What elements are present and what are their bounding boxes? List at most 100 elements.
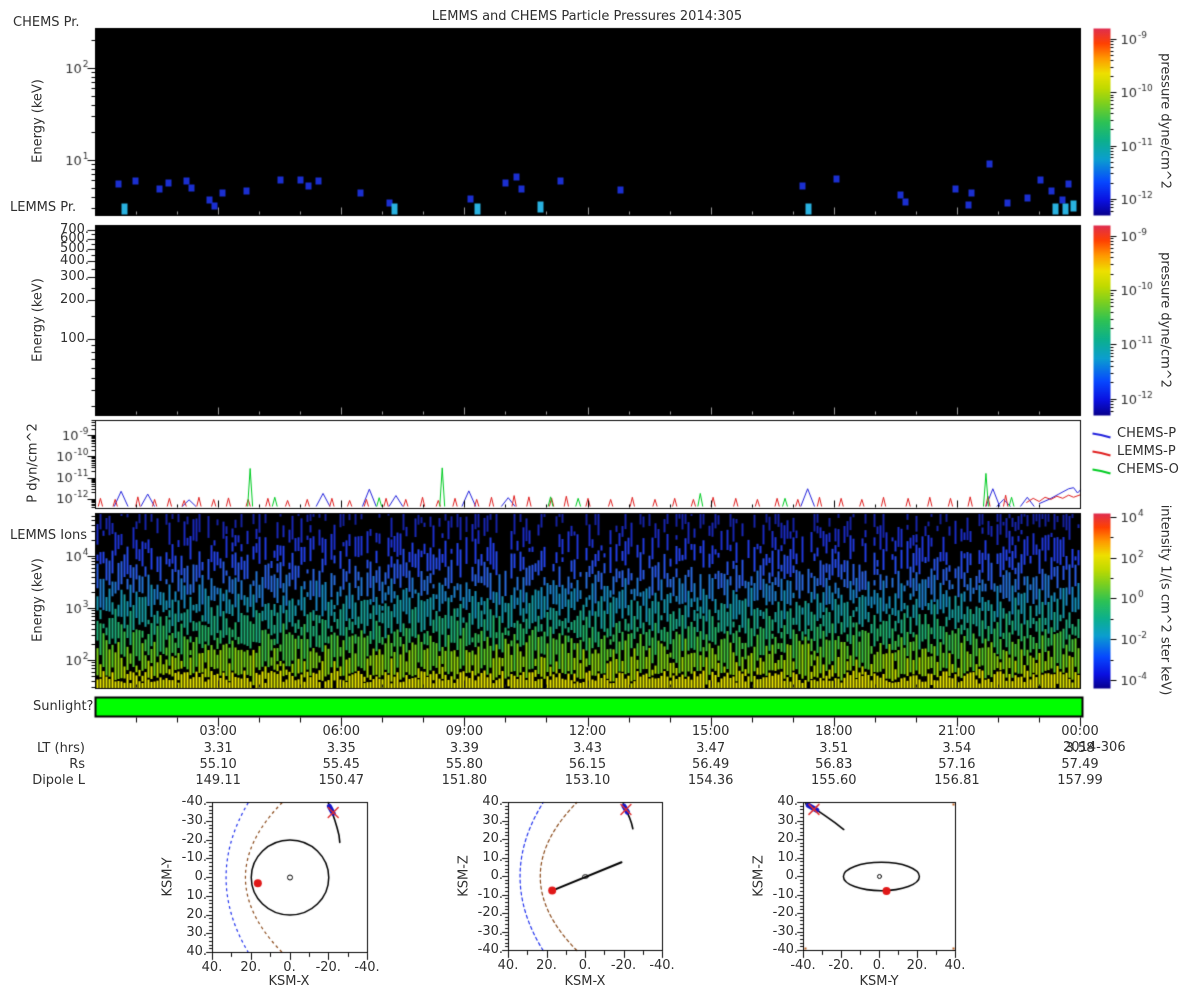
- axis-row-value: 150.47: [318, 773, 365, 788]
- axis-row-value: 3.51: [819, 741, 849, 756]
- axis-row-value: 154.36: [687, 773, 734, 788]
- orbit-b-ytick-label: 40.: [482, 794, 503, 809]
- axis-row-value: 3.31: [203, 741, 233, 756]
- orbit-c-ytick-label: -20.: [772, 905, 798, 920]
- time-tick-label: 09:00: [445, 724, 484, 739]
- colorbar1-unit-label: pressure dyne/cm^2: [1157, 53, 1173, 189]
- colorbar3-unit-label: intensity 1/(s cm^2 ster keV): [1157, 504, 1173, 696]
- orbit-a-ytick-label: -30.: [181, 812, 207, 828]
- row-header-rs: Rs: [69, 757, 85, 772]
- time-tick-label: 18:00: [815, 724, 853, 739]
- legend-item-chems-o: CHEMS-O: [1117, 462, 1179, 477]
- legend-item-lemms-p: LEMMS-P: [1117, 444, 1176, 459]
- axis-row-value: 3.43: [573, 741, 602, 756]
- axis-row-value: 153.10: [564, 773, 611, 788]
- orbit-b-ytick-label: -20.: [477, 905, 503, 920]
- orbit-b-ytick-label: 20.: [482, 831, 503, 846]
- orbit-a-xtick-label: 40.: [201, 960, 223, 975]
- panel1-label: CHEMS Pr.: [13, 15, 80, 30]
- figure-title: LEMMS and CHEMS Particle Pressures 2014:…: [431, 9, 743, 24]
- axis-row-value: 157.99: [1057, 773, 1103, 788]
- orbit-c-ytick-label: 0.: [785, 868, 798, 883]
- panel2-ytick-label: 300.: [60, 269, 89, 285]
- axis-row-value: 155.60: [811, 773, 857, 788]
- row-header-lt: LT (hrs): [36, 741, 85, 756]
- time-tick-label: 21:00: [938, 724, 976, 739]
- orbit-a-ytick-label: 20.: [186, 906, 207, 922]
- time-tick-label: 03:00: [199, 724, 237, 739]
- orbit-b-xtick-label: 0.: [578, 958, 592, 973]
- panel4-label: LEMMS Ions: [10, 528, 88, 543]
- orbit-a-ytick-label: 10.: [186, 887, 207, 903]
- time-tick-label: 15:00: [691, 724, 730, 739]
- panel2-ylabel: Energy (keV): [30, 278, 46, 362]
- orbit-c-xtick-label: 40.: [944, 958, 966, 973]
- orbit-b-ytick-label: 10.: [482, 849, 503, 865]
- orbit-c-ytick-label: 10.: [777, 849, 798, 865]
- orbit-a-xtick-label: -20.: [315, 960, 341, 975]
- axis-row-value: 151.80: [441, 773, 488, 788]
- orbit-a-xlabel: KSM-X: [268, 974, 310, 989]
- orbit-a-ytick-label: 40.: [186, 944, 207, 959]
- axis-row-value: 56.83: [815, 757, 853, 772]
- axis-row-value: 156.81: [934, 773, 980, 788]
- orbit-a-ylabel: KSM-Y: [160, 857, 176, 897]
- orbit-b-xlabel: KSM-X: [564, 974, 606, 989]
- plot-canvas: [0, 0, 1200, 1000]
- orbit-b-ytick-label: -10.: [477, 886, 503, 902]
- row-header-dipole-l: Dipole L: [32, 773, 85, 788]
- sunlight-label: Sunlight?: [33, 699, 94, 714]
- orbit-b-xtick-label: -40.: [649, 958, 675, 973]
- orbit-a-xtick-label: 20.: [240, 960, 262, 975]
- orbit-c-ytick-label: 30.: [777, 812, 798, 828]
- orbit-c-ytick-label: -10.: [772, 886, 798, 902]
- figure-root: LEMMS and CHEMS Particle Pressures 2014:…: [0, 0, 1200, 1000]
- orbit-c-xtick-label: -20.: [828, 958, 854, 973]
- panel2-label: LEMMS Pr.: [10, 200, 77, 215]
- orbit-c-xtick-label: 0.: [872, 958, 886, 973]
- orbit-c-ytick-label: -30.: [772, 923, 798, 939]
- axis-row-value: 57.49: [1061, 757, 1099, 772]
- panel2-ytick-label: 100.: [60, 331, 89, 347]
- orbit-a-ytick-label: -20.: [181, 831, 207, 847]
- colorbar2-unit-label: pressure dyne/cm^2: [1157, 252, 1173, 388]
- panel2-ytick-label: 200.: [60, 292, 89, 308]
- orbit-b-ylabel: KSM-Z: [456, 855, 472, 897]
- panel3-ylabel: P dyn/cm^2: [25, 423, 41, 503]
- orbit-c-ytick-label: 20.: [777, 831, 798, 846]
- axis-row-value: 3.35: [326, 741, 356, 756]
- axis-row-value: 3.58: [1065, 741, 1095, 756]
- time-tick-label: 12:00: [568, 724, 607, 739]
- panel2-ytick-label: 400.: [60, 253, 89, 269]
- orbit-a-xtick-label: 0.: [283, 960, 296, 975]
- axis-row-value: 56.49: [692, 757, 730, 772]
- time-tick-label: 00:00: [1061, 724, 1099, 739]
- orbit-c-ytick-label: 40.: [777, 794, 798, 809]
- orbit-b-xtick-label: 40.: [497, 958, 519, 973]
- orbit-c-ylabel: KSM-Z: [751, 855, 767, 897]
- axis-row-value: 149.11: [195, 773, 241, 788]
- orbit-a-ytick-label: 30.: [186, 925, 207, 941]
- orbit-c-ytick-label: -40.: [772, 942, 798, 957]
- axis-row-value: 55.45: [322, 757, 360, 772]
- orbit-a-ytick-label: -40.: [181, 794, 207, 809]
- panel1-ylabel: Energy (keV): [30, 79, 46, 163]
- orbit-b-ytick-label: 0.: [490, 868, 503, 883]
- axis-row-value: 56.15: [568, 757, 607, 772]
- orbit-b-ytick-label: -30.: [477, 923, 503, 939]
- orbit-c-xlabel: KSM-Y: [859, 974, 899, 989]
- orbit-c-xtick-label: 20.: [906, 958, 928, 973]
- axis-row-value: 57.16: [938, 757, 976, 772]
- axis-row-value: 3.39: [449, 741, 479, 756]
- axis-row-value: 3.54: [942, 741, 972, 756]
- orbit-b-xtick-label: 20.: [536, 958, 557, 973]
- orbit-b-xtick-label: -20.: [610, 958, 637, 973]
- orbit-a-xtick-label: -40.: [354, 960, 380, 975]
- panel4-ylabel: Energy (keV): [30, 558, 46, 642]
- orbit-b-ytick-label: -40.: [477, 942, 503, 957]
- orbit-b-ytick-label: 30.: [482, 812, 503, 828]
- time-tick-label: 06:00: [322, 724, 360, 739]
- axis-row-value: 55.10: [199, 757, 237, 772]
- axis-row-value: 55.80: [445, 757, 483, 772]
- orbit-c-xtick-label: -40.: [790, 958, 816, 973]
